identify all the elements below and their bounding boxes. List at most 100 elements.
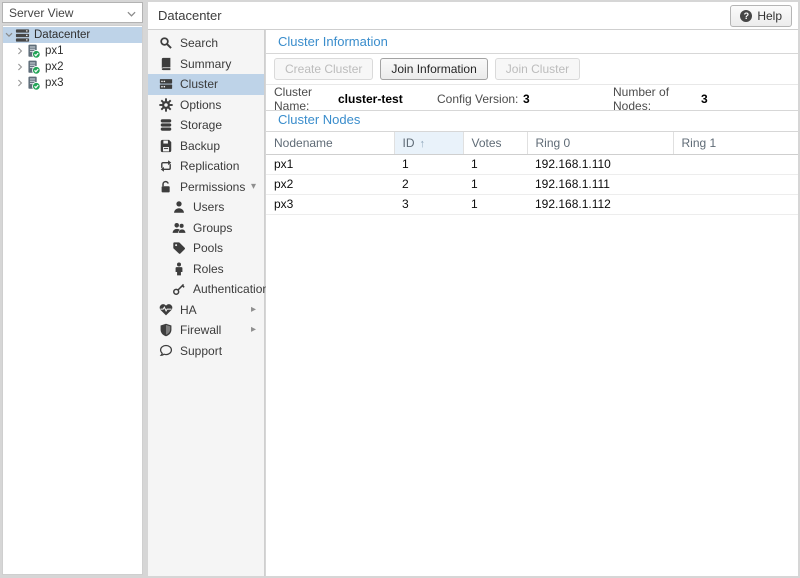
cluster-nodes-title: Cluster Nodes <box>266 111 798 132</box>
sidebar-item-authentication[interactable]: Authentication <box>148 279 264 300</box>
sort-asc-icon: ↑ <box>420 138 426 150</box>
sidebar-menu: Search Summary Cluster Options Storage Backup… <box>148 30 265 576</box>
column-header-votes[interactable]: Votes <box>463 132 527 154</box>
sidebar-item-label: Users <box>193 200 224 214</box>
cluster-info-row: Cluster Name:cluster-testConfig Version:… <box>266 85 798 111</box>
column-header-id[interactable]: ID ↑ <box>394 132 463 154</box>
table-cell: 192.168.1.112 <box>527 194 673 214</box>
info-field-label: Number of Nodes: <box>613 85 701 113</box>
table-cell: 1 <box>463 154 527 174</box>
sidebar-item-permissions[interactable]: Permissions▾ <box>148 177 264 198</box>
table-cell: 1 <box>463 194 527 214</box>
shield-icon <box>159 323 173 337</box>
resource-tree: Datacenter px1 px2 px3 <box>2 25 143 575</box>
tree-expand-icon[interactable] <box>14 63 26 71</box>
search-icon <box>159 36 173 50</box>
sidebar-item-backup[interactable]: Backup <box>148 136 264 157</box>
cluster-information-title: Cluster Information <box>266 30 798 54</box>
table-cell: 192.168.1.111 <box>527 174 673 194</box>
comment-icon <box>159 344 173 358</box>
chevron-down-icon <box>127 6 136 20</box>
column-header-nodename[interactable]: Nodename <box>266 132 394 154</box>
book-icon <box>159 57 173 71</box>
tree-collapse-icon[interactable] <box>3 31 15 39</box>
sidebar-item-summary[interactable]: Summary <box>148 54 264 75</box>
column-header-label: Ring 0 <box>536 136 571 150</box>
column-header-ring-0[interactable]: Ring 0 <box>527 132 673 154</box>
sidebar-item-label: Storage <box>180 118 222 132</box>
question-circle-icon: ? <box>740 10 752 22</box>
tree-node-label: px2 <box>45 61 64 73</box>
tree-node-px1[interactable]: px1 <box>3 43 142 59</box>
sidebar-item-users[interactable]: Users <box>148 197 264 218</box>
database-icon <box>159 118 173 132</box>
sidebar-item-storage[interactable]: Storage <box>148 115 264 136</box>
table-cell: 192.168.1.110 <box>527 154 673 174</box>
info-field-label: Config Version: <box>437 92 523 106</box>
sidebar-item-label: Summary <box>180 57 231 71</box>
table-cell <box>673 154 798 174</box>
table-row-px2[interactable]: px221192.168.1.111 <box>266 174 798 194</box>
table-cell: 2 <box>394 174 463 194</box>
node-ok-icon <box>26 60 41 75</box>
sidebar-item-options[interactable]: Options <box>148 95 264 116</box>
join-information-button[interactable]: Join Information <box>380 58 487 80</box>
join-cluster-button: Join Cluster <box>495 58 580 80</box>
node-ok-icon <box>26 44 41 59</box>
sidebar-item-search[interactable]: Search <box>148 33 264 54</box>
cluster-toolbar: Create Cluster Join Information Join Clust… <box>266 54 798 85</box>
tree-expand-icon[interactable] <box>14 79 26 87</box>
sidebar-item-label: Search <box>180 36 218 50</box>
sidebar-item-firewall[interactable]: Firewall▸ <box>148 320 264 341</box>
app-window: Server View Datacenterpx1px2px3 Datacent… <box>0 0 800 578</box>
tree-node-px2[interactable]: px2 <box>3 59 142 75</box>
key-icon <box>172 282 186 296</box>
table-cell: px2 <box>266 174 394 194</box>
floppy-icon <box>159 139 173 153</box>
node-ok-icon <box>26 76 41 91</box>
column-header-ring-1[interactable]: Ring 1 <box>673 132 798 154</box>
sidebar-item-support[interactable]: Support <box>148 341 264 362</box>
table-cell <box>673 194 798 214</box>
user-icon <box>172 200 186 214</box>
sidebar-item-ha[interactable]: HA▸ <box>148 300 264 321</box>
sidebar-item-label: Authentication <box>193 282 269 296</box>
tree-node-label: px1 <box>45 45 64 57</box>
sidebar-item-label: Support <box>180 344 222 358</box>
datacenter-icon <box>15 28 30 43</box>
info-field-value: 3 <box>701 92 798 106</box>
help-button[interactable]: ? Help <box>730 5 792 27</box>
sidebar-item-label: Permissions <box>180 180 245 194</box>
cluster-nodes-table: Nodename ID ↑ Votes Ring 0 Ring 1 px111192.16… <box>266 132 798 215</box>
tree-expand-icon[interactable] <box>14 47 26 55</box>
table-cell: 3 <box>394 194 463 214</box>
sidebar-item-roles[interactable]: Roles <box>148 259 264 280</box>
cluster-icon <box>159 77 173 91</box>
retweet-icon <box>159 159 173 173</box>
tree-node-datacenter[interactable]: Datacenter <box>3 27 142 43</box>
unlock-icon <box>159 180 173 194</box>
column-header-label: Nodename <box>274 136 333 150</box>
sidebar-item-pools[interactable]: Pools <box>148 238 264 259</box>
sidebar-item-label: Replication <box>180 159 239 173</box>
table-cell: px3 <box>266 194 394 214</box>
sidebar-item-label: Options <box>180 98 221 112</box>
tree-node-label: Datacenter <box>34 29 90 41</box>
table-row-px3[interactable]: px331192.168.1.112 <box>266 194 798 214</box>
sidebar-item-replication[interactable]: Replication <box>148 156 264 177</box>
sidebar-item-cluster[interactable]: Cluster <box>148 74 264 95</box>
create-cluster-button: Create Cluster <box>274 58 373 80</box>
chevron-right-icon: ▸ <box>251 305 256 315</box>
column-header-label: ID <box>403 136 415 150</box>
users-icon <box>172 221 186 235</box>
person-icon <box>172 262 186 276</box>
table-row-px1[interactable]: px111192.168.1.110 <box>266 154 798 174</box>
tree-node-px3[interactable]: px3 <box>3 75 142 91</box>
tree-node-label: px3 <box>45 77 64 89</box>
sidebar-item-groups[interactable]: Groups <box>148 218 264 239</box>
sidebar-item-label: Groups <box>193 221 232 235</box>
column-header-label: Ring 1 <box>682 136 717 150</box>
view-selector[interactable]: Server View <box>2 2 143 23</box>
sidebar-item-label: Cluster <box>180 77 218 91</box>
page-title: Datacenter <box>158 8 222 23</box>
